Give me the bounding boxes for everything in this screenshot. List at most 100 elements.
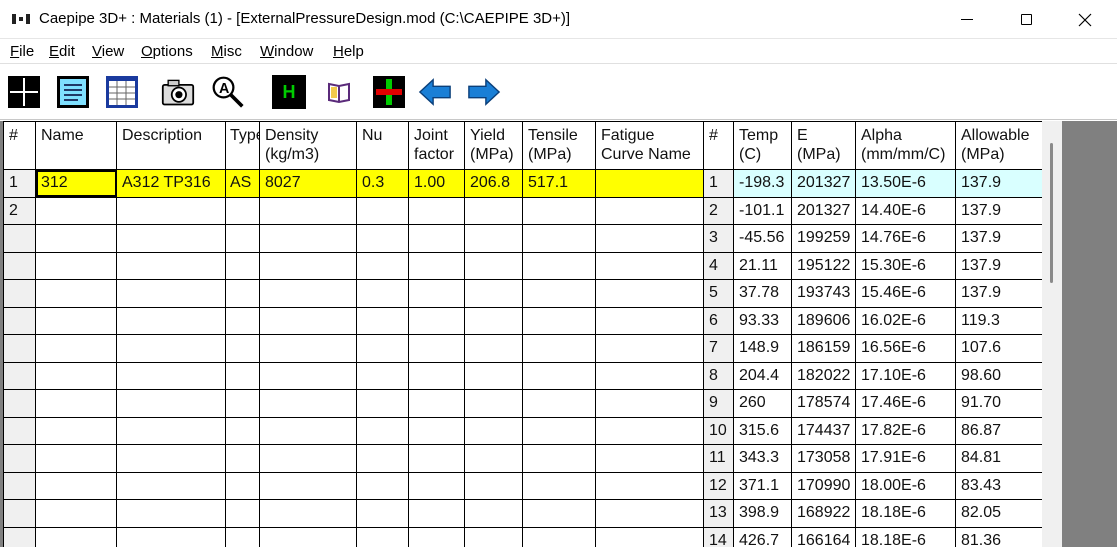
cell-allowable[interactable]: 137.9 — [955, 251, 1043, 280]
material-row[interactable]: 1 312 A312 TP316 AS 8027 0.3 1.00 206.8 … — [3, 169, 705, 198]
book-icon[interactable] — [322, 75, 356, 109]
prop-row-number[interactable]: 11 — [703, 444, 734, 473]
col-header-yield[interactable]: Yield (MPa) — [464, 121, 523, 170]
table-cell[interactable] — [225, 361, 260, 390]
prop-row-number[interactable]: 1 — [703, 169, 734, 198]
cell-temp[interactable]: -198.3 — [733, 169, 792, 198]
table-cell[interactable] — [595, 471, 705, 500]
menu-misc[interactable]: Misc — [211, 43, 242, 60]
table-cell[interactable] — [522, 499, 596, 528]
camera-icon[interactable] — [161, 75, 195, 109]
property-row[interactable]: 1 -198.3 201327 13.50E-6 137.9 — [703, 169, 1043, 198]
prop-row-number[interactable]: 12 — [703, 471, 734, 500]
table-cell[interactable] — [522, 251, 596, 280]
property-row[interactable]: 6 93.33 189606 16.02E-6 119.3 — [703, 306, 1043, 335]
material-row[interactable] — [3, 306, 705, 335]
row-number[interactable] — [3, 444, 36, 473]
property-row[interactable]: 8 204.4 182022 17.10E-6 98.60 — [703, 361, 1043, 390]
cell-e[interactable]: 166164 — [791, 526, 856, 547]
row-number[interactable] — [3, 416, 36, 445]
table-cell[interactable] — [464, 444, 523, 473]
cell-type[interactable] — [225, 196, 260, 225]
table-cell[interactable] — [408, 334, 465, 363]
menu-view[interactable]: View — [92, 43, 124, 60]
cell-name[interactable] — [35, 196, 117, 225]
table-cell[interactable] — [116, 416, 226, 445]
cell-temp[interactable]: 148.9 — [733, 334, 792, 363]
table-cell[interactable] — [595, 526, 705, 547]
material-row[interactable] — [3, 389, 705, 418]
col-header-nu[interactable]: Nu — [356, 121, 409, 170]
col-header-joint-factor[interactable]: Joint factor — [408, 121, 465, 170]
table-cell[interactable] — [35, 416, 117, 445]
table-cell[interactable] — [259, 526, 357, 547]
property-row[interactable]: 3 -45.56 199259 14.76E-6 137.9 — [703, 224, 1043, 253]
list-window-icon[interactable] — [56, 75, 90, 109]
cell-alpha[interactable]: 14.76E-6 — [855, 224, 956, 253]
row-number[interactable] — [3, 334, 36, 363]
cell-e[interactable]: 186159 — [791, 334, 856, 363]
table-cell[interactable] — [259, 334, 357, 363]
cell-tensile[interactable] — [522, 196, 596, 225]
cell-alpha[interactable]: 16.02E-6 — [855, 306, 956, 335]
cell-name[interactable]: 312 — [35, 169, 117, 198]
table-cell[interactable] — [259, 416, 357, 445]
material-row[interactable] — [3, 279, 705, 308]
prop-row-number[interactable]: 7 — [703, 334, 734, 363]
table-cell[interactable] — [522, 334, 596, 363]
row-number[interactable] — [3, 499, 36, 528]
table-cell[interactable] — [522, 444, 596, 473]
cell-fatigue[interactable] — [595, 196, 705, 225]
col-header-description[interactable]: Description — [116, 121, 226, 170]
material-row[interactable] — [3, 471, 705, 500]
cell-alpha[interactable]: 14.40E-6 — [855, 196, 956, 225]
row-number[interactable] — [3, 306, 36, 335]
table-cell[interactable] — [259, 306, 357, 335]
table-cell[interactable] — [464, 361, 523, 390]
table-cell[interactable] — [464, 306, 523, 335]
table-cell[interactable] — [225, 279, 260, 308]
table-cell[interactable] — [116, 471, 226, 500]
property-row[interactable]: 11 343.3 173058 17.91E-6 84.81 — [703, 444, 1043, 473]
cell-allowable[interactable]: 137.9 — [955, 196, 1043, 225]
table-cell[interactable] — [464, 416, 523, 445]
cell-temp[interactable]: 398.9 — [733, 499, 792, 528]
table-cell[interactable] — [35, 389, 117, 418]
property-row[interactable]: 7 148.9 186159 16.56E-6 107.6 — [703, 334, 1043, 363]
table-cell[interactable] — [225, 306, 260, 335]
cell-temp[interactable]: 21.11 — [733, 251, 792, 280]
table-cell[interactable] — [595, 444, 705, 473]
table-cell[interactable] — [408, 361, 465, 390]
cell-tensile[interactable]: 517.1 — [522, 169, 596, 198]
cell-alpha[interactable]: 18.18E-6 — [855, 526, 956, 547]
table-cell[interactable] — [225, 471, 260, 500]
property-row[interactable]: 4 21.11 195122 15.30E-6 137.9 — [703, 251, 1043, 280]
table-cell[interactable] — [259, 251, 357, 280]
table-cell[interactable] — [116, 279, 226, 308]
col-header-temp[interactable]: Temp (C) — [733, 121, 792, 170]
material-row[interactable] — [3, 416, 705, 445]
cell-allowable[interactable]: 86.87 — [955, 416, 1043, 445]
cell-alpha[interactable]: 17.10E-6 — [855, 361, 956, 390]
menu-window[interactable]: Window — [260, 43, 313, 60]
table-cell[interactable] — [35, 251, 117, 280]
table-cell[interactable] — [522, 389, 596, 418]
table-cell[interactable] — [356, 526, 409, 547]
table-cell[interactable] — [259, 389, 357, 418]
table-cell[interactable] — [35, 279, 117, 308]
material-row[interactable] — [3, 499, 705, 528]
cell-allowable[interactable]: 137.9 — [955, 169, 1043, 198]
cell-e[interactable]: 168922 — [791, 499, 856, 528]
table-cell[interactable] — [408, 471, 465, 500]
table-cell[interactable] — [225, 416, 260, 445]
table-cell[interactable] — [35, 444, 117, 473]
cell-e[interactable]: 199259 — [791, 224, 856, 253]
cell-temp[interactable]: -45.56 — [733, 224, 792, 253]
prop-row-number[interactable]: 10 — [703, 416, 734, 445]
table-window-icon[interactable] — [105, 75, 139, 109]
property-row[interactable]: 5 37.78 193743 15.46E-6 137.9 — [703, 279, 1043, 308]
cell-alpha[interactable]: 17.46E-6 — [855, 389, 956, 418]
col-header-tensile[interactable]: Tensile (MPa) — [522, 121, 596, 170]
prop-row-number[interactable]: 14 — [703, 526, 734, 547]
cell-allowable[interactable]: 107.6 — [955, 334, 1043, 363]
